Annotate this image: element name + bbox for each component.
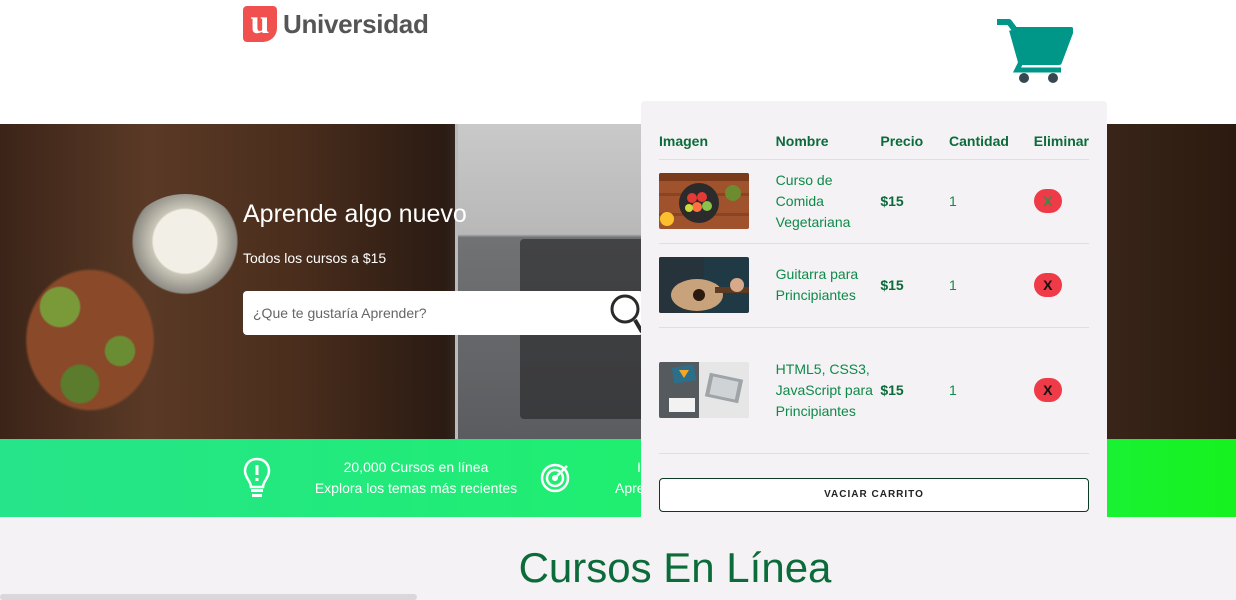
col-header-delete: Eliminar <box>1033 119 1089 160</box>
web-development-thumbnail <box>659 362 749 418</box>
empty-cart-button[interactable]: VACIAR CARRITO <box>659 478 1089 512</box>
cart-item-price: $15 <box>880 243 950 328</box>
cart-item-price: $15 <box>880 159 950 244</box>
target-icon <box>540 463 570 493</box>
cart-item-name: Curso de Comida Vegetariana <box>775 159 881 244</box>
cart-cell-delete: X <box>1033 243 1089 328</box>
cart-item-price: $15 <box>880 327 950 454</box>
delete-item-button[interactable]: X <box>1033 273 1062 297</box>
col-header-quantity: Cantidad <box>949 119 1034 160</box>
cart-cell-image <box>659 243 776 328</box>
cart-item-quantity: 1 <box>949 243 1034 328</box>
horizontal-scrollbar[interactable] <box>0 594 417 600</box>
cart-row: Guitarra para Principiantes $15 1 X <box>659 243 1089 328</box>
hero-subtitle: Todos los cursos a $15 <box>243 250 387 266</box>
cart-cell-delete: X <box>1033 327 1089 454</box>
cart-dropdown: Imagen Nombre Precio Cantidad Eliminar C… <box>641 101 1107 539</box>
guitar-thumbnail <box>659 257 749 313</box>
cart-item-quantity: 1 <box>949 159 1034 244</box>
cart-row: HTML5, CSS3, JavaScript para Principiant… <box>659 327 1089 454</box>
cart-item-quantity: 1 <box>949 327 1034 454</box>
search-icon[interactable] <box>609 292 643 334</box>
cart-row: Curso de Comida Vegetariana $15 1 X <box>659 159 1089 244</box>
shopping-cart-icon[interactable] <box>995 18 1073 86</box>
logo-mark: u <box>243 6 277 42</box>
vegetarian-food-thumbnail <box>659 173 749 229</box>
lightbulb-icon <box>243 457 271 497</box>
delete-item-button[interactable]: X <box>1033 189 1062 213</box>
candle-image <box>125 194 245 299</box>
cart-cell-delete: X <box>1033 159 1089 244</box>
col-header-name: Nombre <box>775 119 881 160</box>
cart-item-name: HTML5, CSS3, JavaScript para Principiant… <box>775 327 881 454</box>
col-header-image: Imagen <box>659 119 776 160</box>
hero-title: Aprende algo nuevo <box>243 200 467 228</box>
cart-header-row: Imagen Nombre Precio Cantidad Eliminar <box>659 119 1089 160</box>
feature-title: 20,000 Cursos en línea <box>343 459 489 475</box>
cart-table: Imagen Nombre Precio Cantidad Eliminar C… <box>659 119 1089 454</box>
cart-cell-image <box>659 159 776 244</box>
col-header-price: Precio <box>880 119 950 160</box>
section-title: Cursos En Línea <box>518 544 832 591</box>
logo[interactable]: u Universidad <box>243 6 429 42</box>
search-input[interactable] <box>243 291 643 335</box>
cart-cell-image <box>659 327 776 454</box>
feature-text: 20,000 Cursos en línea Explora los temas… <box>296 457 536 499</box>
cart-item-name: Guitarra para Principiantes <box>775 243 881 328</box>
delete-item-button[interactable]: X <box>1033 378 1062 402</box>
feature-subtitle: Explora los temas más recientes <box>314 480 518 496</box>
logo-text: Universidad <box>283 8 429 39</box>
